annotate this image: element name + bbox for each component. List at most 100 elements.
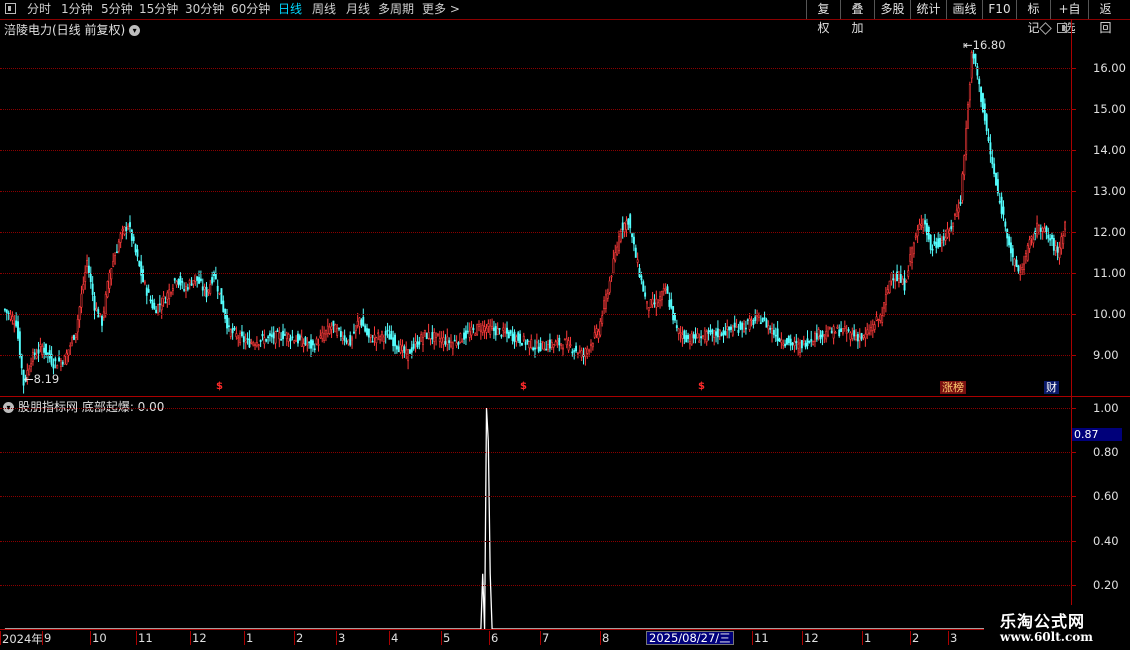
candle: [446, 328, 449, 352]
candle: [306, 337, 309, 352]
candle: [720, 331, 723, 337]
candle: [731, 324, 734, 337]
date-label: 11: [138, 631, 153, 645]
candle: [961, 171, 964, 204]
candle: [810, 330, 813, 347]
candle: [319, 329, 322, 339]
candlestick-chart[interactable]: [0, 19, 1072, 629]
candle: [545, 340, 548, 351]
period-tab[interactable]: 15分钟: [139, 0, 178, 19]
period-tab[interactable]: 多周期: [378, 0, 414, 19]
candle: [491, 318, 494, 331]
candle: [461, 338, 464, 343]
candle: [550, 339, 553, 350]
date-tick: [441, 631, 442, 645]
toolbar-button[interactable]: F10: [982, 0, 1016, 19]
candle: [670, 292, 673, 310]
window-icon[interactable]: [5, 3, 16, 14]
candle: [823, 334, 826, 344]
event-dollar-marker[interactable]: $: [216, 381, 223, 392]
candle: [380, 330, 383, 342]
period-tab[interactable]: 30分钟: [185, 0, 224, 19]
candle: [856, 331, 859, 349]
candle: [1000, 192, 1003, 219]
toolbar-button[interactable]: 叠加: [840, 0, 874, 35]
candle: [769, 325, 772, 334]
candle: [386, 322, 389, 338]
period-tab[interactable]: 分时: [27, 0, 51, 19]
toolbar-button[interactable]: +自选: [1050, 0, 1088, 35]
candle: [776, 321, 779, 346]
candle: [287, 332, 290, 348]
period-tab[interactable]: 1分钟: [61, 0, 93, 19]
candle: [315, 336, 318, 346]
candle: [853, 324, 856, 341]
toolbar-button[interactable]: 标记: [1016, 0, 1050, 35]
candle: [431, 325, 434, 345]
candle: [354, 325, 357, 339]
candle: [274, 330, 277, 349]
candle: [356, 312, 359, 329]
candle: [31, 348, 34, 366]
period-tab[interactable]: 日线: [278, 0, 302, 19]
period-tab[interactable]: 周线: [312, 0, 336, 19]
candle: [227, 317, 230, 332]
candle: [450, 334, 452, 349]
candle: [619, 228, 622, 244]
date-label: 3: [950, 631, 958, 645]
candle: [244, 333, 247, 350]
grid-line: [0, 355, 1072, 357]
candle: [328, 323, 331, 336]
event-dollar-marker[interactable]: $: [698, 381, 705, 392]
candle: [728, 326, 731, 339]
candle: [935, 237, 938, 254]
candle: [138, 260, 141, 268]
candle: [1064, 220, 1067, 237]
toolbar-button[interactable]: 复权: [806, 0, 840, 35]
candle: [840, 321, 843, 333]
candle: [151, 294, 154, 310]
candle: [554, 339, 557, 346]
candle: [407, 349, 410, 370]
period-tab[interactable]: 60分钟: [231, 0, 270, 19]
candle: [349, 331, 352, 347]
candle: [1006, 228, 1009, 247]
candle: [196, 276, 199, 288]
indicator-tick-label: 0.60: [1093, 489, 1119, 504]
period-tab[interactable]: 5分钟: [101, 0, 133, 19]
date-label: 8: [602, 631, 610, 645]
toolbar-button[interactable]: 统计: [910, 0, 946, 19]
candle: [476, 323, 479, 337]
candle: [752, 318, 755, 329]
candle: [50, 346, 53, 367]
candle: [282, 323, 284, 347]
event-dollar-marker[interactable]: $: [520, 381, 527, 392]
candle: [995, 172, 997, 186]
date-tick: [862, 631, 863, 645]
candle: [259, 339, 262, 348]
candle: [485, 323, 488, 340]
candle: [855, 329, 857, 342]
candle: [1062, 230, 1065, 249]
candle: [289, 334, 292, 350]
finance-badge[interactable]: 财: [1044, 381, 1059, 394]
period-tab[interactable]: 更多 >: [422, 0, 460, 19]
candle: [735, 318, 738, 328]
toolbar-button[interactable]: 返回: [1088, 0, 1122, 35]
candle: [920, 214, 923, 231]
candle: [143, 279, 146, 286]
candle: [1052, 234, 1055, 256]
toolbar-button[interactable]: 多股: [874, 0, 910, 19]
date-label: 2: [296, 631, 304, 645]
period-tab[interactable]: 月线: [346, 0, 370, 19]
limit-up-badge[interactable]: 涨榜: [940, 381, 966, 394]
candle: [321, 325, 324, 343]
candle: [690, 330, 693, 346]
candle: [1026, 242, 1029, 262]
candle: [1056, 241, 1059, 261]
toolbar-button[interactable]: 画线: [946, 0, 982, 19]
high-value: 16.80: [972, 38, 1006, 52]
candle: [474, 332, 477, 336]
candle: [965, 120, 968, 161]
candle: [388, 325, 391, 340]
